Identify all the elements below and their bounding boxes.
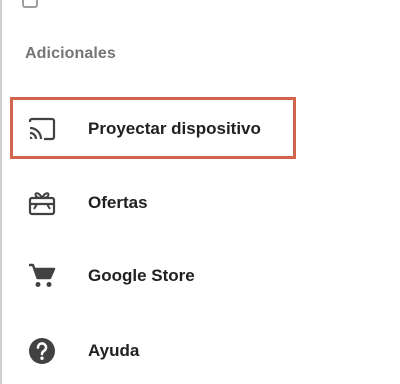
- menu-item-label: Proyectar dispositivo: [88, 119, 261, 138]
- menu-item-label: Ayuda: [88, 341, 140, 360]
- partial-icon: [22, 0, 38, 8]
- drawer-edge-divider: [0, 0, 2, 384]
- menu-item-cast-device[interactable]: Proyectar dispositivo: [10, 98, 300, 160]
- shopping-cart-icon: [28, 262, 56, 290]
- section-title: Adicionales: [25, 45, 116, 62]
- navigation-drawer: Adicionales Proyectar dispositivo Oferta…: [0, 0, 400, 384]
- help-icon: [28, 337, 56, 365]
- menu-item-google-store[interactable]: Google Store: [10, 245, 300, 307]
- cast-icon: [28, 115, 56, 143]
- menu-item-label: Google Store: [88, 266, 195, 285]
- menu-item-label: Ofertas: [88, 193, 148, 212]
- gift-card-icon: [28, 189, 56, 217]
- menu-item-help[interactable]: Ayuda: [10, 320, 300, 382]
- menu-item-offers[interactable]: Ofertas: [10, 172, 300, 234]
